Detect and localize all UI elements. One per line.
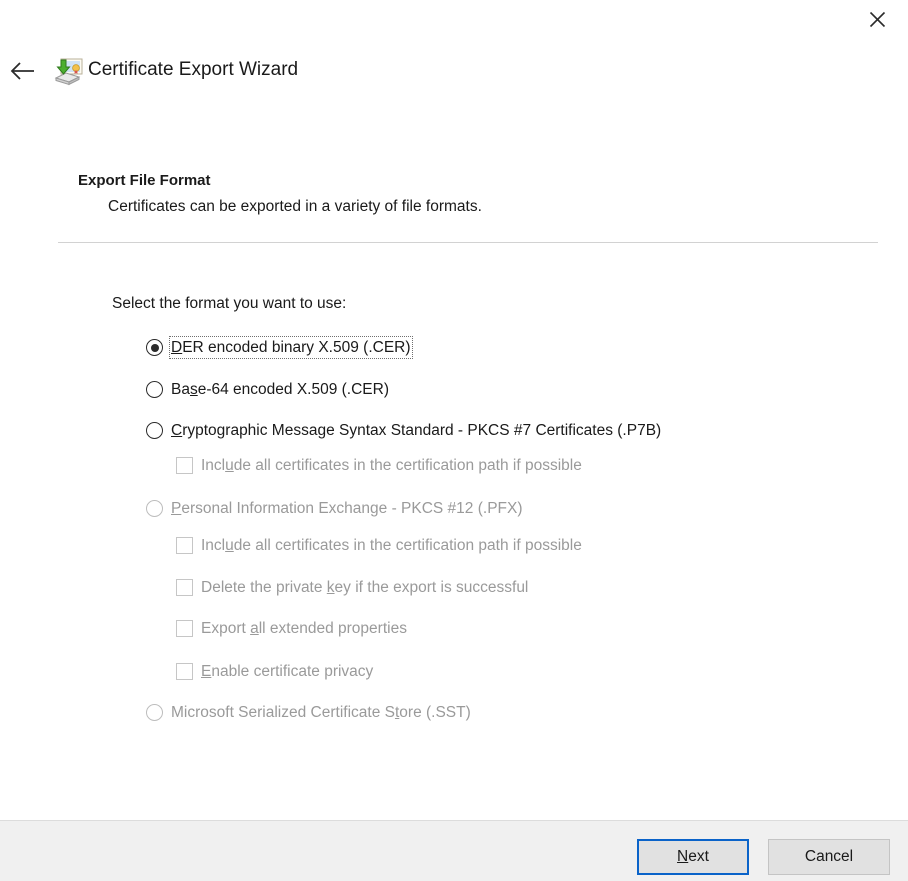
checkbox-option-export-all-extended-properties: Export all extended properties [176, 617, 409, 640]
cancel-button[interactable]: Cancel [768, 839, 890, 875]
checkbox-option-include-all-certificates-in-the-certification-pa: Include all certificates in the certific… [176, 454, 584, 477]
cancel-button-label: Cancel [804, 848, 854, 865]
option-label: Microsoft Serialized Certificate Store (… [171, 704, 471, 721]
checkbox-option-enable-certificate-privacy: Enable certificate privacy [176, 660, 375, 683]
radio-icon[interactable] [146, 381, 163, 398]
accelerator-char: u [225, 457, 234, 474]
radio-option-base-64-encoded-x-509-cer[interactable]: Base-64 encoded X.509 (.CER) [146, 378, 391, 401]
checkbox-option-include-all-certificates-in-the-certification-pa: Include all certificates in the certific… [176, 534, 584, 557]
option-label: Include all certificates in the certific… [201, 537, 582, 554]
radio-option-microsoft-serialized-certificate-store-sst: Microsoft Serialized Certificate Store (… [146, 701, 473, 724]
accelerator-char: s [189, 381, 198, 398]
option-label: Base-64 encoded X.509 (.CER) [171, 381, 389, 398]
option-label: Personal Information Exchange - PKCS #12… [171, 500, 523, 517]
radio-icon[interactable] [146, 422, 163, 439]
next-button-label: Next [677, 848, 709, 866]
wizard-body: Select the format you want to use: DER e… [0, 0, 908, 820]
option-label: Include all certificates in the certific… [201, 457, 582, 474]
accelerator-char: C [171, 422, 183, 439]
accelerator-char: t [394, 704, 400, 721]
radio-option-cryptographic-message-syntax-standard-pkcs-7-cer[interactable]: Cryptographic Message Syntax Standard - … [146, 419, 663, 442]
footer-bar: Next Cancel [0, 820, 908, 881]
next-accel: N [677, 848, 689, 865]
radio-option-personal-information-exchange-pkcs-12-pfx: Personal Information Exchange - PKCS #12… [146, 497, 525, 520]
checkbox-icon [176, 663, 193, 680]
next-button[interactable]: Next [637, 839, 749, 875]
checkbox-icon [176, 620, 193, 637]
accelerator-char: P [171, 500, 182, 517]
accelerator-char: k [326, 579, 335, 596]
option-label: Enable certificate privacy [201, 663, 374, 680]
accelerator-char: E [201, 663, 212, 680]
option-label: Export all extended properties [201, 620, 407, 637]
next-rest: ext [688, 848, 709, 865]
radio-option-der-encoded-binary-x-509-cer[interactable]: DER encoded binary X.509 (.CER) [146, 336, 413, 359]
checkbox-option-delete-the-private-key-if-the-export-is-successf: Delete the private key if the export is … [176, 576, 530, 599]
checkbox-icon [176, 537, 193, 554]
radio-icon [146, 500, 163, 517]
radio-icon [146, 704, 163, 721]
accelerator-char: a [250, 620, 259, 637]
checkbox-icon [176, 457, 193, 474]
radio-selected-dot [150, 343, 159, 352]
option-label: DER encoded binary X.509 (.CER) [169, 336, 413, 359]
format-prompt: Select the format you want to use: [112, 295, 347, 312]
accelerator-char: D [171, 339, 183, 356]
option-label: Delete the private key if the export is … [201, 579, 529, 596]
radio-icon[interactable] [146, 339, 163, 356]
checkbox-icon [176, 579, 193, 596]
accelerator-char: u [225, 537, 234, 554]
option-label: Cryptographic Message Syntax Standard - … [171, 422, 662, 439]
